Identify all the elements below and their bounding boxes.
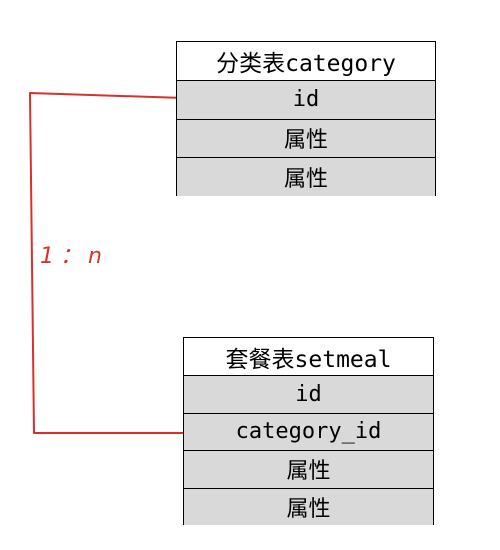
category-field-attribute-2: 属性 (177, 157, 435, 196)
setmeal-field-attribute-1: 属性 (184, 450, 433, 488)
setmeal-table-title: 套餐表setmeal (184, 338, 433, 375)
category-table: 分类表category id 属性 属性 (176, 41, 436, 196)
category-table-title: 分类表category (177, 42, 435, 80)
setmeal-table: 套餐表setmeal id category_id 属性 属性 (183, 337, 434, 525)
cardinality-label: 1：n (40, 244, 108, 269)
category-field-id: id (177, 80, 435, 119)
setmeal-field-attribute-2: 属性 (184, 487, 433, 525)
setmeal-field-category-id: category_id (184, 412, 433, 450)
category-field-attribute-1: 属性 (177, 118, 435, 157)
setmeal-field-id: id (184, 375, 433, 413)
